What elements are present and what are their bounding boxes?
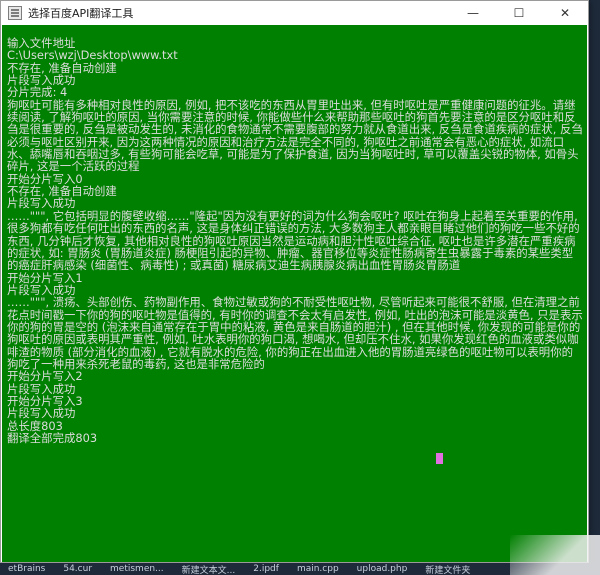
taskbar-item[interactable]: 新建文本文...	[182, 563, 236, 575]
minimize-button[interactable]: —	[450, 1, 496, 25]
taskbar-item[interactable]: metismen...	[110, 564, 164, 574]
console-line: ……""", 它包括明显的腹壁收缩……"隆起"因为没有更好的词为什么狗会呕吐? …	[7, 208, 580, 273]
taskbar: etBrains 54.cur metismen... 新建文本文... 2.ipdf m…	[0, 563, 600, 575]
taskbar-item[interactable]: 新建文件夹	[425, 563, 470, 575]
taskbar-item[interactable]: 2.ipdf	[253, 564, 279, 574]
window-title: 选择百度API翻译工具	[28, 7, 134, 20]
console-line: 翻译全部完成803	[7, 431, 98, 445]
close-button[interactable]: ✕	[542, 1, 588, 25]
console-output: 输入文件地址 C:\Users\wzj\Desktop\www.txt 不存在,…	[2, 25, 587, 444]
console-line: ……""", 溃疡、头部创伤、药物副作用、食物过敏或狗的不耐受性呕吐物, 尽管听…	[7, 295, 583, 371]
maximize-button[interactable]: ☐	[496, 1, 542, 25]
console-app-icon	[8, 6, 22, 20]
taskbar-item[interactable]: etBrains	[8, 564, 45, 574]
taskbar-item[interactable]: main.cpp	[297, 564, 339, 574]
console-output-area[interactable]: 输入文件地址 C:\Users\wzj\Desktop\www.txt 不存在,…	[2, 25, 587, 562]
title-bar[interactable]: 选择百度API翻译工具 — ☐ ✕	[1, 1, 588, 25]
console-window: 选择百度API翻译工具 — ☐ ✕ 输入文件地址 C:\Users\wzj\De…	[0, 0, 589, 563]
window-controls: — ☐ ✕	[450, 1, 588, 25]
taskbar-item[interactable]: upload.php	[357, 564, 408, 574]
taskbar-item[interactable]: 54.cur	[63, 564, 92, 574]
console-line: 狗呕吐可能有多种相对良性的原因, 例如, 把不该吃的东西从胃里吐出来, 但有时呕…	[7, 97, 583, 174]
text-cursor	[436, 453, 443, 464]
